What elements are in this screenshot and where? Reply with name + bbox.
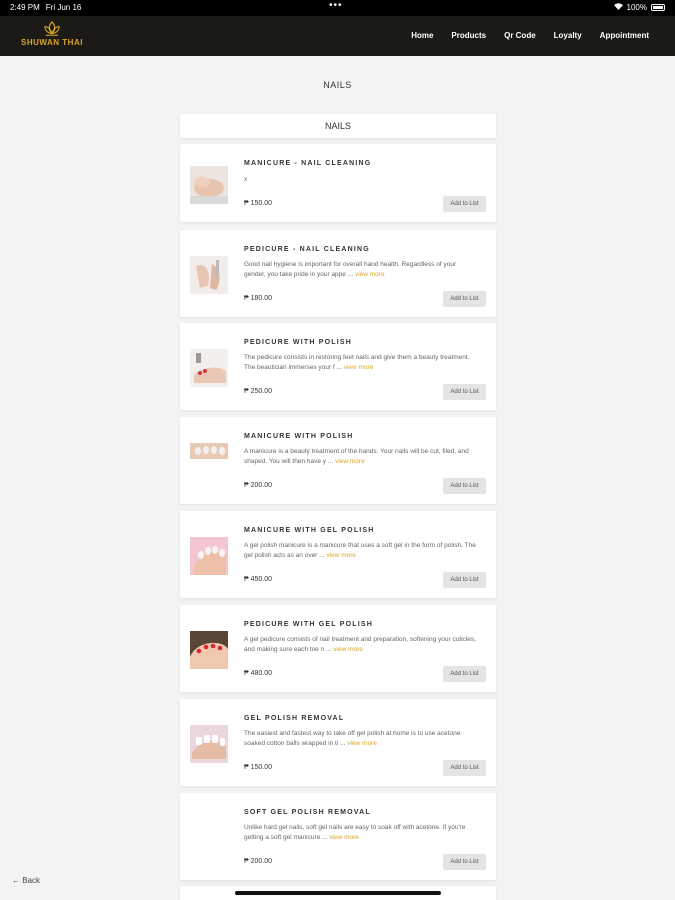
- back-label: Back: [22, 876, 41, 885]
- add-to-list-button[interactable]: Add to List: [443, 196, 486, 212]
- wifi-icon: [613, 3, 623, 12]
- main-nav: Home Products Qr Code Loyalty Appointmen…: [411, 31, 649, 40]
- nav-appointment[interactable]: Appointment: [600, 31, 649, 40]
- product-card[interactable]: MANICURE WITH GEL POLISH A gel polish ma…: [180, 511, 496, 598]
- product-description: x: [244, 176, 248, 183]
- add-to-list-button[interactable]: Add to List: [443, 384, 486, 400]
- product-price: ₱ 450.00: [244, 576, 273, 583]
- status-indicators: 100%: [613, 3, 665, 12]
- back-button[interactable]: ← Back: [12, 876, 40, 885]
- brand-logo[interactable]: SHUWAN THAI: [16, 21, 88, 53]
- product-name: PEDICURE WITH GEL POLISH: [244, 621, 374, 628]
- view-more-link[interactable]: view more: [333, 646, 363, 653]
- product-description: Good nail hygiene is important for overa…: [244, 261, 457, 278]
- view-more-link[interactable]: view more: [326, 552, 356, 559]
- product-card[interactable]: SOFT GEL POLISH REMOVAL Unlike hard gel …: [180, 793, 496, 880]
- product-name: MANICURE - NAIL CLEANING: [244, 160, 372, 167]
- product-card[interactable]: MANICURE WITH POLISH A manicure is a bea…: [180, 417, 496, 504]
- multitask-dots-icon[interactable]: •••: [329, 0, 343, 11]
- status-bar: 2:49 PM Fri Jun 16 ••• 100%: [0, 0, 675, 16]
- product-card[interactable]: GEL POLISH REMOVAL The easiest and faste…: [180, 699, 496, 786]
- nav-products[interactable]: Products: [451, 31, 486, 40]
- pedicure-polish-photo: [190, 349, 228, 387]
- product-price: ₱ 150.00: [244, 764, 273, 771]
- pedicure-cleaning-photo: [190, 256, 228, 294]
- brand-name: SHUWAN THAI: [21, 38, 83, 47]
- product-price: ₱ 180.00: [244, 295, 273, 302]
- top-navbar: SHUWAN THAI Home Products Qr Code Loyalt…: [0, 16, 675, 56]
- product-name: MANICURE WITH POLISH: [244, 433, 354, 440]
- product-description: A gel polish manicure is a manicure that…: [244, 542, 476, 559]
- nav-loyalty[interactable]: Loyalty: [554, 31, 582, 40]
- lotus-logo-icon: [44, 21, 60, 36]
- home-indicator[interactable]: [235, 891, 441, 895]
- status-time: 2:49 PM Fri Jun 16: [10, 3, 82, 12]
- view-more-link[interactable]: view more: [344, 364, 374, 371]
- manicure-cleaning-photo: [190, 166, 228, 204]
- view-more-link[interactable]: view more: [347, 740, 377, 747]
- page-title: NAILS: [323, 80, 352, 90]
- product-name: PEDICURE WITH POLISH: [244, 339, 353, 346]
- product-price: ₱ 200.00: [244, 482, 273, 489]
- product-name: PEDICURE - NAIL CLEANING: [244, 246, 370, 253]
- product-name: MANICURE WITH GEL POLISH: [244, 527, 375, 534]
- product-card[interactable]: MANICURE - NAIL CLEANING x ₱ 150.00 Add …: [180, 144, 496, 222]
- product-price: ₱ 150.00: [244, 200, 273, 207]
- status-date: Fri Jun 16: [45, 3, 82, 12]
- product-description: The pedicure consists in restoring feet …: [244, 354, 470, 371]
- gel-removal-photo: [190, 725, 228, 763]
- add-to-list-button[interactable]: Add to List: [443, 854, 486, 870]
- add-to-list-button[interactable]: Add to List: [443, 478, 486, 494]
- gel-manicure-photo: [190, 537, 228, 575]
- add-to-list-button[interactable]: Add to List: [443, 572, 486, 588]
- product-name: GEL POLISH REMOVAL: [244, 715, 345, 722]
- product-description: A manicure is a beauty treatment of the …: [244, 448, 469, 465]
- product-description: Unlike hard gel nails, soft gel nails ar…: [244, 824, 466, 841]
- view-more-link[interactable]: view more: [329, 834, 359, 841]
- product-price: ₱ 250.00: [244, 388, 273, 395]
- nav-qr-code[interactable]: Qr Code: [504, 31, 536, 40]
- arrow-left-icon: ←: [12, 876, 20, 885]
- product-description: The easiest and fastest way to take off …: [244, 730, 461, 747]
- product-price: ₱ 480.00: [244, 670, 273, 677]
- add-to-list-button[interactable]: Add to List: [443, 291, 486, 307]
- product-description: A gel pedicure consists of nail treatmen…: [244, 636, 476, 653]
- add-to-list-button[interactable]: Add to List: [443, 760, 486, 776]
- view-more-link[interactable]: view more: [355, 271, 385, 278]
- add-to-list-button[interactable]: Add to List: [443, 666, 486, 682]
- battery-percent: 100%: [626, 3, 647, 12]
- view-more-link[interactable]: view more: [335, 458, 365, 465]
- product-card[interactable]: PEDICURE - NAIL CLEANING Good nail hygie…: [180, 230, 496, 317]
- section-header: NAILS: [180, 114, 496, 138]
- manicure-polish-photo: [190, 443, 228, 459]
- gel-pedicure-photo: [190, 631, 228, 669]
- product-card[interactable]: PEDICURE WITH GEL POLISH A gel pedicure …: [180, 605, 496, 692]
- product-card[interactable]: PEDICURE WITH POLISH The pedicure consis…: [180, 323, 496, 410]
- product-price: ₱ 200.00: [244, 858, 273, 865]
- nav-home[interactable]: Home: [411, 31, 433, 40]
- battery-icon: [651, 4, 665, 11]
- product-name: SOFT GEL POLISH REMOVAL: [244, 809, 371, 816]
